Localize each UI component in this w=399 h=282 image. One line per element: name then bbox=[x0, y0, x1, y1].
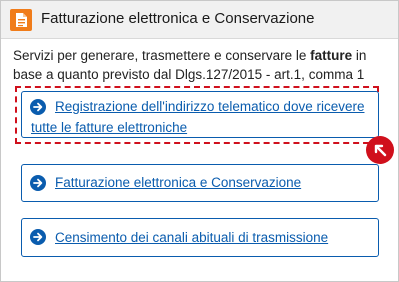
intro-text-bold: fatture bbox=[310, 48, 353, 63]
pointer-arrow-icon bbox=[366, 136, 394, 164]
e-invoicing-label[interactable]: Fatturazione elettronica e Conservazione bbox=[55, 172, 301, 193]
e-invoicing-button[interactable]: Fatturazione elettronica e Conservazione bbox=[21, 164, 379, 202]
channels-census-label[interactable]: Censimento dei canali abituali di trasmi… bbox=[55, 227, 328, 248]
channels-census-button[interactable]: Censimento dei canali abituali di trasmi… bbox=[21, 218, 379, 257]
document-icon bbox=[10, 9, 32, 31]
arrow-right-circle-icon bbox=[30, 229, 46, 245]
arrow-right-circle-icon bbox=[30, 175, 46, 191]
register-address-button[interactable]: Registrazione dell'indirizzo telematico … bbox=[21, 91, 379, 138]
intro-text: Servizi per generare, trasmettere e cons… bbox=[13, 46, 389, 84]
panel-title: Fatturazione elettronica e Conservazione bbox=[41, 10, 315, 27]
register-address-label[interactable]: Registrazione dell'indirizzo telematico … bbox=[31, 96, 371, 138]
intro-text-start: Servizi per generare, trasmettere e cons… bbox=[13, 48, 311, 63]
panel-header: Fatturazione elettronica e Conservazione bbox=[1, 1, 398, 39]
